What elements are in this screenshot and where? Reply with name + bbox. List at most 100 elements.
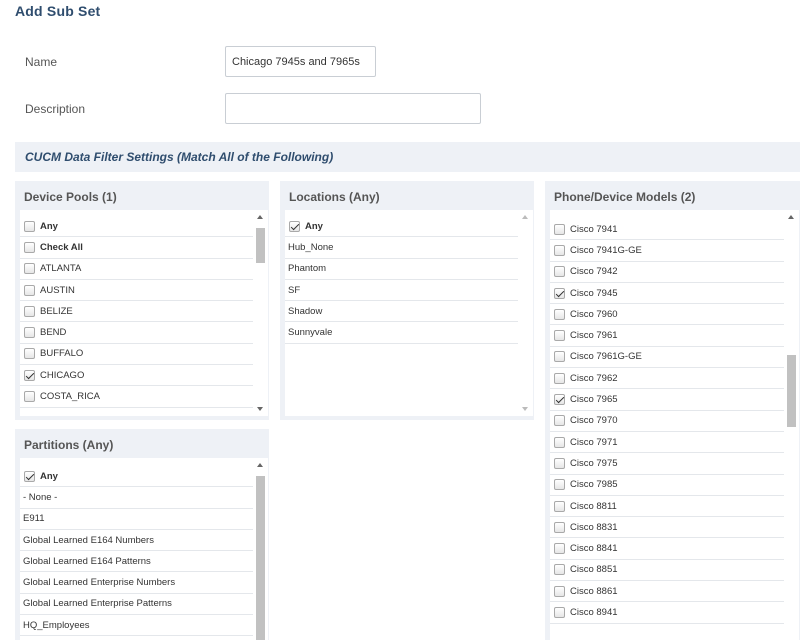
list-item[interactable]: Any: [285, 216, 518, 238]
name-field[interactable]: [225, 46, 376, 77]
list-item[interactable]: Cisco 7962: [550, 368, 784, 390]
list-item-label: BELIZE: [40, 305, 73, 317]
list-item[interactable]: Cisco 7985: [550, 475, 784, 496]
scroll-up-icon[interactable]: [257, 463, 263, 467]
checkbox[interactable]: [24, 284, 35, 296]
checkbox[interactable]: [554, 223, 565, 235]
list-item[interactable]: Cisco 7961G-GE: [550, 347, 784, 369]
list-item[interactable]: Sunnyvale: [285, 322, 518, 344]
checkbox[interactable]: [554, 543, 565, 555]
checkbox[interactable]: [554, 564, 565, 576]
checked-checkbox[interactable]: [554, 287, 565, 299]
checked-checkbox[interactable]: [24, 470, 35, 482]
scroll-down-icon[interactable]: [522, 407, 528, 411]
list-item-label: BEND: [40, 327, 67, 339]
checkbox[interactable]: [554, 606, 565, 618]
checkbox[interactable]: [554, 415, 565, 427]
list-item-label: Any: [305, 220, 323, 232]
list-item[interactable]: Cisco 8831: [550, 517, 784, 539]
list-item[interactable]: CHICAGO: [20, 365, 253, 387]
list-item-label: Cisco 8811: [570, 500, 617, 512]
scroll-up-icon[interactable]: [788, 215, 794, 219]
list-item[interactable]: COSTA_RICA: [20, 386, 253, 408]
list-item[interactable]: Cisco 7971: [550, 432, 784, 454]
list-item-label: Sunnyvale: [288, 327, 333, 339]
checkbox[interactable]: [24, 263, 35, 275]
list-item[interactable]: Cisco 7965: [550, 389, 784, 411]
checkbox[interactable]: [554, 266, 565, 278]
list-item[interactable]: Global Learned E164 Patterns: [20, 551, 253, 573]
list-item[interactable]: Hub_None: [285, 237, 518, 259]
checked-checkbox[interactable]: [554, 394, 565, 406]
list-item[interactable]: Cisco 7941G-GE: [550, 240, 784, 262]
description-label: Description: [25, 102, 86, 116]
scroll-up-icon[interactable]: [522, 215, 528, 219]
scroll-up-icon[interactable]: [257, 215, 263, 219]
list-item[interactable]: Cisco 8941: [550, 602, 784, 624]
checkbox[interactable]: [24, 348, 35, 360]
list-item[interactable]: SF: [285, 280, 518, 302]
checked-checkbox[interactable]: [289, 220, 300, 232]
list-item[interactable]: Any: [20, 216, 253, 238]
checkbox[interactable]: [554, 521, 565, 533]
list-item[interactable]: E911: [20, 509, 253, 530]
partitions-scrollbar[interactable]: [253, 458, 268, 640]
scroll-thumb[interactable]: [256, 228, 265, 263]
checkbox[interactable]: [554, 500, 565, 512]
checkbox[interactable]: [554, 436, 565, 448]
list-item[interactable]: Cisco 7961: [550, 325, 784, 347]
locations-scrollbar[interactable]: [518, 210, 533, 416]
checked-checkbox[interactable]: [24, 369, 35, 381]
list-item[interactable]: Cisco 7941: [550, 219, 784, 241]
scroll-thumb[interactable]: [256, 476, 265, 640]
checkbox[interactable]: [554, 244, 565, 256]
list-item[interactable]: Cisco 7942: [550, 262, 784, 283]
checkbox[interactable]: [24, 391, 35, 403]
list-item-label: Phantom: [288, 263, 327, 275]
device-pools-scrollbar[interactable]: [253, 210, 268, 416]
list-item[interactable]: ATLANTA: [20, 259, 253, 280]
list-item[interactable]: BELIZE: [20, 301, 253, 323]
list-item-label: Cisco 7941: [570, 223, 618, 235]
list-item[interactable]: Global Learned E164 Numbers: [20, 530, 253, 552]
list-item[interactable]: Any: [20, 466, 253, 488]
scroll-thumb[interactable]: [787, 355, 796, 427]
list-item[interactable]: HQ_Employees: [20, 615, 253, 637]
list-item[interactable]: Cisco 8851: [550, 560, 784, 582]
partitions-list-box: Any - None - E911 Global Learned E164 Numbe…: [20, 458, 268, 640]
list-item[interactable]: Cisco 7970: [550, 411, 784, 432]
list-item-label: Cisco 8831: [570, 521, 618, 533]
checkbox[interactable]: [554, 479, 565, 491]
list-item[interactable]: BUFFALO: [20, 344, 253, 366]
list-item[interactable]: Cisco 7945: [550, 283, 784, 305]
checkbox[interactable]: [554, 585, 565, 597]
checkbox[interactable]: [24, 327, 35, 339]
list-item[interactable]: Cisco 7960: [550, 304, 784, 326]
list-item[interactable]: BEND: [20, 322, 253, 344]
list-item[interactable]: Check All: [20, 237, 253, 259]
list-item-label: Cisco 7945: [570, 287, 618, 299]
checkbox[interactable]: [24, 241, 35, 253]
checkbox[interactable]: [554, 330, 565, 342]
description-field[interactable]: [225, 93, 481, 124]
list-item[interactable]: Cisco 8811: [550, 496, 784, 518]
list-item[interactable]: Phantom: [285, 259, 518, 280]
list-item[interactable]: Global Learned Enterprise Patterns: [20, 594, 253, 616]
phone-models-scrollbar[interactable]: [784, 210, 799, 640]
scroll-down-icon[interactable]: [257, 407, 263, 411]
list-item[interactable]: AUSTIN: [20, 280, 253, 302]
list-item[interactable]: Cisco 8861: [550, 581, 784, 603]
list-item[interactable]: Shadow: [285, 301, 518, 323]
checkbox[interactable]: [554, 457, 565, 469]
checkbox[interactable]: [24, 305, 35, 317]
checkbox[interactable]: [554, 351, 565, 363]
list-item[interactable]: Cisco 7975: [550, 453, 784, 475]
list-item-label: Global Learned E164 Numbers: [23, 534, 154, 546]
locations-title: Locations (Any): [289, 190, 380, 204]
list-item[interactable]: Global Learned Enterprise Numbers: [20, 572, 253, 594]
list-item[interactable]: - None -: [20, 487, 253, 509]
checkbox[interactable]: [24, 220, 35, 232]
list-item[interactable]: Cisco 8841: [550, 538, 784, 560]
checkbox[interactable]: [554, 308, 565, 320]
checkbox[interactable]: [554, 372, 565, 384]
